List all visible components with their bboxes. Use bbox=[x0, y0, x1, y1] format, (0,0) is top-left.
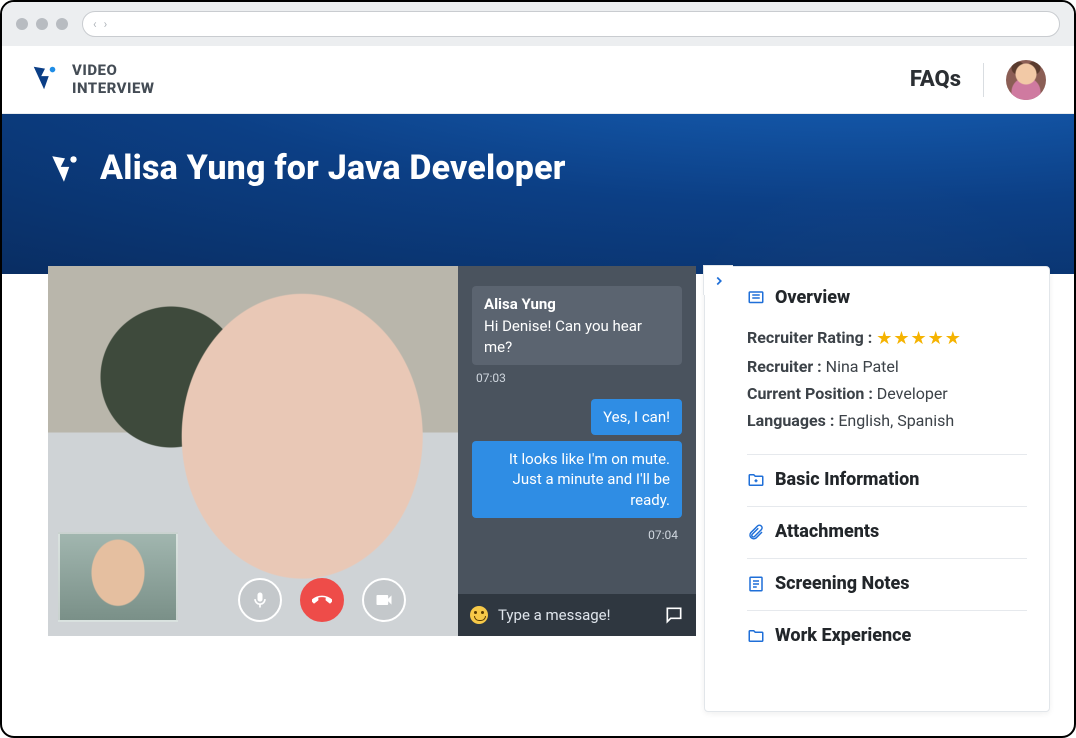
chat-panel: Alisa Yung Hi Denise! Can you hear me? 0… bbox=[458, 266, 696, 636]
browser-toolbar: ‹ › bbox=[2, 2, 1074, 46]
user-avatar[interactable] bbox=[1006, 60, 1046, 100]
hero-banner: Alisa Yung for Java Developer bbox=[2, 114, 1074, 274]
chat-message-self: Yes, I can! bbox=[591, 399, 682, 435]
section-screening-notes[interactable]: Screening Notes bbox=[747, 558, 1027, 604]
folder-icon bbox=[747, 627, 765, 645]
chat-bubble-icon[interactable] bbox=[664, 605, 684, 625]
section-label: Screening Notes bbox=[775, 573, 909, 594]
section-basic-information[interactable]: Basic Information bbox=[747, 454, 1027, 500]
address-bar[interactable]: ‹ › bbox=[82, 11, 1060, 37]
section-label: Basic Information bbox=[775, 469, 919, 490]
divider bbox=[983, 63, 984, 97]
chat-input[interactable]: Type a message! bbox=[498, 606, 611, 624]
recruiter-row: Recruiter : Nina Patel bbox=[747, 357, 1027, 376]
star-rating: ★★★★★ bbox=[876, 328, 962, 349]
window-controls[interactable] bbox=[16, 18, 68, 30]
chat-messages[interactable]: Alisa Yung Hi Denise! Can you hear me? 0… bbox=[458, 266, 696, 594]
page-title: Alisa Yung for Java Developer bbox=[100, 148, 566, 188]
panel-collapse-tab[interactable] bbox=[703, 265, 733, 295]
browser-window: ‹ › VIDEO INTERVIEW FAQs Alisa Yung for … bbox=[0, 0, 1076, 738]
phone-hangup-icon bbox=[312, 590, 332, 610]
overview-content: Recruiter Rating : ★★★★★ Recruiter : Nin… bbox=[747, 318, 1027, 448]
video-camera-icon bbox=[374, 590, 394, 610]
faqs-link[interactable]: FAQs bbox=[910, 67, 961, 92]
brand[interactable]: VIDEO INTERVIEW bbox=[30, 63, 154, 97]
field-label: Recruiter : bbox=[747, 357, 822, 376]
field-value: Developer bbox=[877, 384, 948, 403]
nav-back-forward-icon[interactable]: ‹ › bbox=[93, 17, 109, 31]
app-header: VIDEO INTERVIEW FAQs bbox=[2, 46, 1074, 114]
window-close-icon[interactable] bbox=[16, 18, 28, 30]
section-label: Work Experience bbox=[775, 625, 911, 646]
window-minimize-icon[interactable] bbox=[36, 18, 48, 30]
call-controls bbox=[238, 578, 406, 622]
brand-logo-icon bbox=[30, 63, 60, 97]
section-label: Overview bbox=[775, 287, 850, 308]
section-label: Attachments bbox=[775, 521, 879, 542]
section-work-experience[interactable]: Work Experience bbox=[747, 610, 1027, 656]
brand-name: VIDEO INTERVIEW bbox=[72, 63, 154, 97]
field-label: Current Position : bbox=[747, 384, 873, 403]
hangup-button[interactable] bbox=[300, 578, 344, 622]
languages-row: Languages : English, Spanish bbox=[747, 411, 1027, 430]
video-call-panel: Alisa Yung Hi Denise! Can you hear me? 0… bbox=[48, 266, 696, 636]
folder-add-icon bbox=[747, 471, 765, 489]
chat-message-text: Hi Denise! Can you hear me? bbox=[484, 316, 670, 357]
main-video-feed bbox=[48, 266, 458, 636]
chat-message-other: Alisa Yung Hi Denise! Can you hear me? bbox=[472, 286, 682, 365]
attachment-icon bbox=[747, 523, 765, 541]
position-row: Current Position : Developer bbox=[747, 384, 1027, 403]
section-overview[interactable]: Overview bbox=[747, 277, 1027, 318]
candidate-info-panel: Overview Recruiter Rating : ★★★★★ Recrui… bbox=[704, 266, 1050, 712]
chat-sender-name: Alisa Yung bbox=[484, 294, 670, 314]
section-attachments[interactable]: Attachments bbox=[747, 506, 1027, 552]
microphone-icon bbox=[250, 590, 270, 610]
overview-icon bbox=[747, 289, 765, 307]
chat-timestamp: 07:03 bbox=[472, 371, 506, 385]
chevron-right-icon bbox=[712, 274, 726, 288]
brand-line1: VIDEO bbox=[72, 63, 154, 79]
camera-button[interactable] bbox=[362, 578, 406, 622]
field-value: Nina Patel bbox=[826, 357, 899, 376]
hero-logo-icon bbox=[48, 152, 82, 190]
window-maximize-icon[interactable] bbox=[56, 18, 68, 30]
recruiter-rating-row: Recruiter Rating : ★★★★★ bbox=[747, 328, 1027, 349]
chat-message-self: It looks like I'm on mute. Just a minute… bbox=[472, 441, 682, 518]
field-label: Languages : bbox=[747, 411, 834, 430]
mute-button[interactable] bbox=[238, 578, 282, 622]
field-value: English, Spanish bbox=[838, 411, 954, 430]
notes-icon bbox=[747, 575, 765, 593]
brand-line2: INTERVIEW bbox=[72, 81, 154, 97]
chat-input-row: Type a message! bbox=[458, 594, 696, 636]
chat-timestamp: 07:04 bbox=[648, 528, 682, 542]
field-label: Recruiter Rating : bbox=[747, 328, 872, 347]
self-video-thumbnail[interactable] bbox=[58, 532, 178, 622]
emoji-icon[interactable] bbox=[470, 606, 488, 624]
